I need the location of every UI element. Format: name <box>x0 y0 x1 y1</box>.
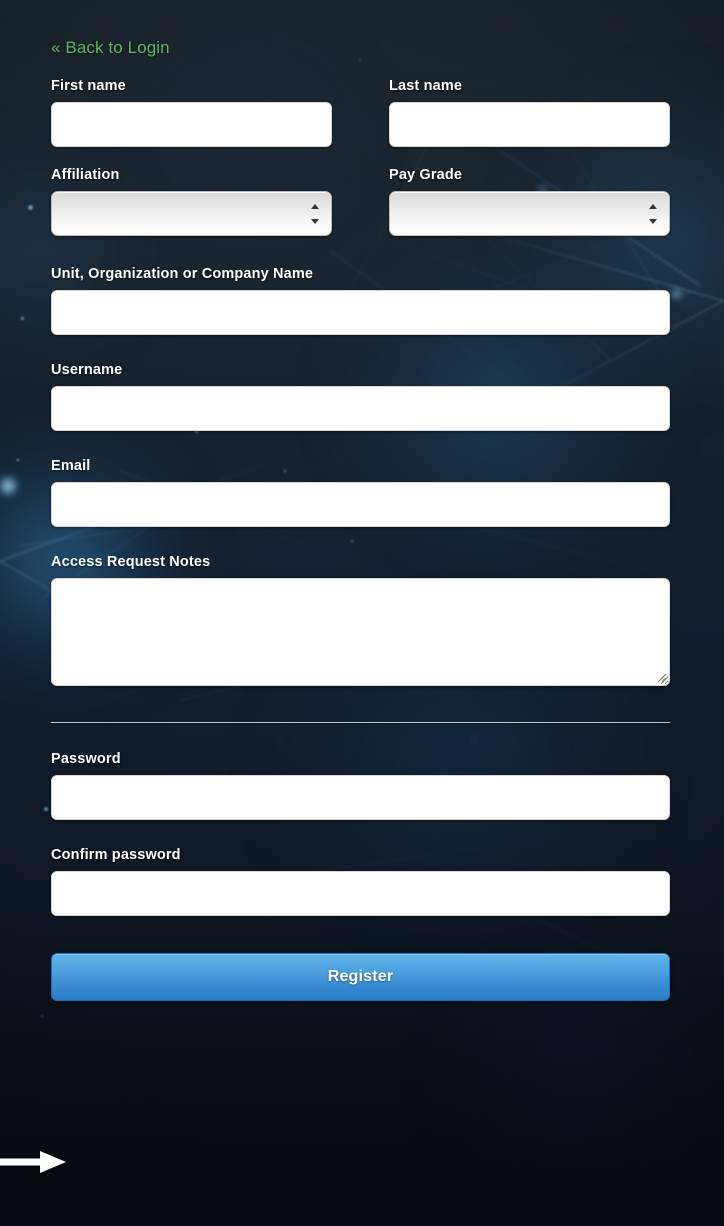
access-request-notes-label: Access Request Notes <box>51 554 211 570</box>
access-request-notes-textarea[interactable] <box>51 578 670 686</box>
email-input[interactable] <box>51 482 670 527</box>
registration-form: « Back to Login First name Last name Aff… <box>51 0 670 1001</box>
affiliation-label: Affiliation <box>51 167 120 183</box>
username-label: Username <box>51 362 123 378</box>
field-password: Password <box>51 751 670 820</box>
pay-grade-select-shell <box>389 191 670 236</box>
registration-page: « Back to Login First name Last name Aff… <box>0 0 724 1226</box>
field-first-name: First name <box>51 78 332 147</box>
first-name-label: First name <box>51 78 126 94</box>
password-label: Password <box>51 751 121 767</box>
field-unit-org: Unit, Organization or Company Name <box>51 266 670 335</box>
confirm-password-input[interactable] <box>51 871 670 916</box>
field-affiliation: Affiliation <box>51 167 332 236</box>
field-username: Username <box>51 362 670 431</box>
field-confirm-password: Confirm password <box>51 847 670 916</box>
field-access-request-notes: Access Request Notes <box>51 554 670 686</box>
affiliation-select[interactable] <box>51 191 332 236</box>
back-to-login-link[interactable]: « Back to Login <box>51 38 170 58</box>
last-name-label: Last name <box>389 78 463 94</box>
field-pay-grade: Pay Grade <box>389 167 670 236</box>
affiliation-select-shell <box>51 191 332 236</box>
unit-org-label: Unit, Organization or Company Name <box>51 266 314 282</box>
register-button[interactable]: Register <box>51 953 670 1001</box>
field-last-name: Last name <box>389 78 670 147</box>
email-label: Email <box>51 458 91 474</box>
name-row: First name Last name <box>51 58 670 147</box>
pay-grade-select[interactable] <box>389 191 670 236</box>
section-divider <box>51 722 670 723</box>
confirm-password-label: Confirm password <box>51 847 181 863</box>
affiliation-row: Affiliation Pay Grade <box>51 147 670 236</box>
pay-grade-label: Pay Grade <box>389 167 463 183</box>
access-request-notes-wrap <box>51 578 670 686</box>
field-email: Email <box>51 458 670 527</box>
unit-org-input[interactable] <box>51 290 670 335</box>
username-input[interactable] <box>51 386 670 431</box>
last-name-input[interactable] <box>389 102 670 147</box>
password-input[interactable] <box>51 775 670 820</box>
first-name-input[interactable] <box>51 102 332 147</box>
